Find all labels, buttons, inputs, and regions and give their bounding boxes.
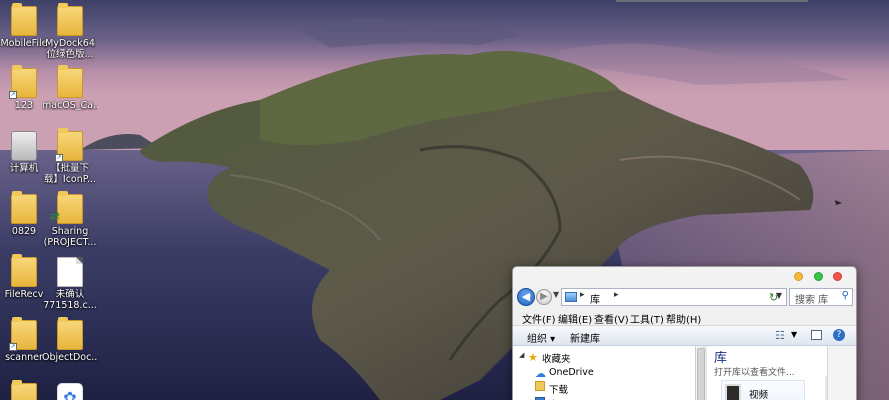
background-window-edge <box>616 0 808 2</box>
close-button[interactable] <box>833 272 842 281</box>
library-item-label: 视频 <box>749 390 769 400</box>
shortcut-arrow-icon: ↗ <box>55 154 63 162</box>
desktop-icon-label-line2: (PROJECT... <box>43 237 97 248</box>
address-bar[interactable]: ▸ 库 ▸ ▼ <box>561 288 787 306</box>
desk-icon-macos-ca[interactable]: macOS_Ca... <box>42 64 98 111</box>
folder-icon <box>11 191 37 224</box>
nav-item-onedrive[interactable]: OneDrive <box>549 367 594 378</box>
app-flower-icon <box>57 383 83 400</box>
folder-icon: ↗ <box>55 128 83 162</box>
forward-button[interactable]: ▶ <box>536 289 552 305</box>
desktop-icon-label: macOS_Ca... <box>42 100 98 111</box>
menu-file[interactable]: 文件(F) <box>522 311 556 326</box>
computer-drive-icon <box>11 131 37 161</box>
help-icon[interactable]: ? <box>833 329 845 341</box>
library-title: 库 <box>714 351 728 366</box>
video-library-icon <box>725 384 741 400</box>
search-input[interactable]: 搜索 库 ⚲ <box>789 288 853 306</box>
menu-view[interactable]: 查看(V) <box>594 311 629 326</box>
nav-item-downloads[interactable]: 下载 <box>549 382 568 396</box>
nav-scrollbar-thumb[interactable] <box>697 348 705 400</box>
desktop-icon-label: 未确认 <box>55 289 85 300</box>
view-options-icon[interactable]: ☷ <box>775 329 785 342</box>
desktop-icon-label-line2: 位绿色版... <box>46 49 94 60</box>
refresh-icon[interactable]: ↻ <box>769 291 778 304</box>
menu-bar: 文件(F) 编辑(E) 查看(V) 工具(T) 帮助(H) <box>513 309 856 326</box>
desk-icon-mydock64[interactable]: MyDock64 位绿色版... <box>42 2 98 60</box>
folder-icon <box>57 3 83 36</box>
folder-icon <box>57 65 83 98</box>
desk-icon-sharing[interactable]: ⇄ Sharing (PROJECT... <box>42 190 98 248</box>
shortcut-arrow-icon: ↗ <box>9 91 17 99</box>
library-subtitle: 打开库以查看文件... <box>714 368 795 378</box>
desk-icon-objectdoc[interactable]: ObjectDoc... <box>42 316 98 363</box>
desktop-icon-label: ObjectDoc... <box>42 352 98 363</box>
back-button[interactable]: ◀ <box>517 288 535 306</box>
search-icon[interactable]: ⚲ <box>842 290 849 301</box>
desktop-icon-label: Sharing <box>51 226 89 237</box>
maximize-button[interactable] <box>814 272 823 281</box>
history-dropdown-icon[interactable]: ▼ <box>553 290 559 299</box>
collapse-favorites-icon[interactable]: ◢ <box>519 351 524 359</box>
favorites-star-icon: ★ <box>528 351 538 364</box>
library-item-videos[interactable]: 视频 <box>721 380 805 400</box>
breadcrumb-library[interactable]: 库 <box>590 291 600 306</box>
content-pane: 库 打开库以查看文件... 视频 <box>707 346 856 400</box>
search-placeholder: 搜索 库 <box>795 295 829 306</box>
menu-edit[interactable]: 编辑(E) <box>558 311 592 326</box>
desk-icon-unconfirmed[interactable]: 未确认 771518.c... <box>42 253 98 311</box>
folder-icon <box>57 317 83 350</box>
shared-icon: ⇄ <box>50 209 61 223</box>
desk-icon-batch-download[interactable]: ↗ 【批量下 载】IconP... <box>42 127 98 185</box>
title-bar[interactable] <box>513 267 856 287</box>
preview-pane <box>827 346 856 400</box>
desktop-icon-label-line2: 载】IconP... <box>43 174 97 185</box>
desktop-icon-label-line2: 771518.c... <box>43 300 97 311</box>
preview-pane-icon[interactable] <box>811 330 822 340</box>
folder-icon: ↗ <box>9 317 37 351</box>
desktop-icon-label: 【批量下 <box>50 163 89 174</box>
view-dropdown-icon[interactable]: ▼ <box>791 330 797 339</box>
address-row: ◀ ▶ ▼ ▸ 库 ▸ ▼ ↻ 搜索 库 ⚲ <box>513 287 856 309</box>
breadcrumb-separator-icon[interactable]: ▸ <box>580 290 585 300</box>
desk-icon-folder-bottom[interactable] <box>0 379 52 400</box>
organize-button[interactable]: 组织 ▾ <box>527 330 555 345</box>
explorer-window[interactable]: ◀ ▶ ▼ ▸ 库 ▸ ▼ ↻ 搜索 库 ⚲ 文件(F) 编辑(E) 查看(V)… <box>512 266 857 400</box>
downloads-folder-icon <box>535 381 545 391</box>
folder-icon <box>11 3 37 36</box>
folder-icon: ⇄ <box>50 191 83 224</box>
document-icon <box>57 257 83 287</box>
breadcrumb-chevron-icon[interactable]: ▸ <box>614 290 619 300</box>
minimize-button[interactable] <box>794 272 803 281</box>
onedrive-cloud-icon: ☁ <box>535 367 546 380</box>
folder-icon <box>11 380 37 400</box>
menu-help[interactable]: 帮助(H) <box>666 311 701 326</box>
new-library-button[interactable]: 新建库 <box>570 330 600 345</box>
folder-icon <box>11 254 37 287</box>
menu-tools[interactable]: 工具(T) <box>630 311 664 326</box>
nav-item-favorites[interactable]: 收藏夹 <box>542 351 571 365</box>
shortcut-arrow-icon: ↗ <box>9 343 17 351</box>
desktop-icon-label: MyDock64 <box>45 38 95 49</box>
navigation-pane: ◢ ★ 收藏夹 ☁ OneDrive 下载 桌面 <box>513 346 695 400</box>
library-icon <box>565 292 577 302</box>
command-bar: 组织 ▾ 新建库 ☷ ▼ ? <box>513 326 856 346</box>
folder-icon: ↗ <box>9 65 37 99</box>
